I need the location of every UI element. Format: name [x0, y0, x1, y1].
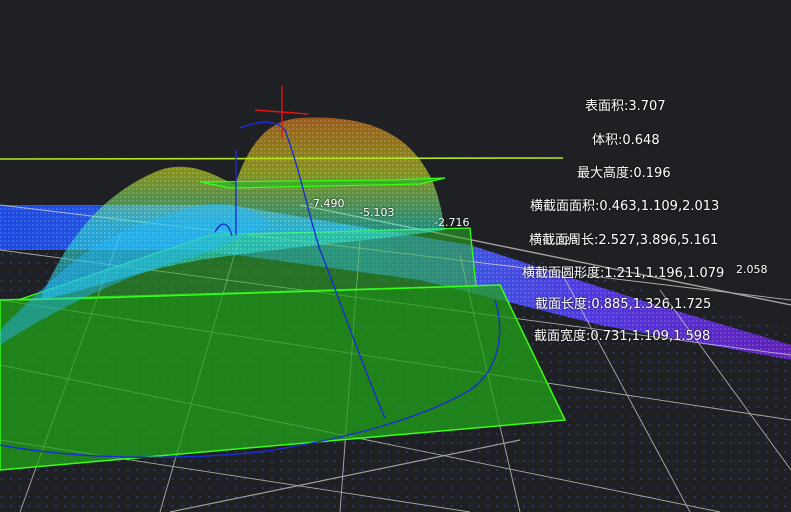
section-width-readout: 截面宽度:0.731,1.109,1.598: [534, 329, 711, 344]
3d-point-cloud-viewport[interactable]: [0, 0, 791, 512]
max-height-readout: 最大高度:0.196: [577, 166, 671, 181]
axis-tick-label: 2.058: [736, 263, 768, 276]
axis-tick-label: -7.490: [309, 197, 345, 210]
cross-section-roundness-readout: 横截面圆形度:1.211,1.196,1.079: [522, 266, 725, 281]
surface-area-readout: 表面积:3.707: [585, 99, 666, 114]
axis-tick-label: -2.716: [434, 216, 470, 229]
volume-readout: 体积:0.648: [592, 133, 660, 148]
max-height-plane: [0, 157, 564, 160]
cross-section-perimeter-readout: 横截面周长:2.527,3.896,5.161: [529, 233, 719, 248]
axis-tick-label: -5.103: [359, 206, 395, 219]
section-length-readout: 截面长度:0.885,1.326,1.725: [535, 297, 712, 312]
cross-section-area-readout: 横截面面积:0.463,1.109,2.013: [530, 199, 720, 214]
